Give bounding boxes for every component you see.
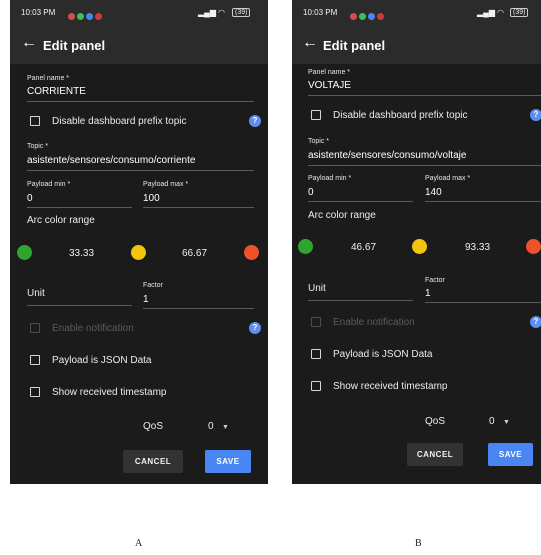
- back-arrow-icon[interactable]: ←: [21, 34, 37, 52]
- status-time: 10:03 PM: [303, 8, 338, 17]
- disable-prefix-label: Disable dashboard prefix topic: [333, 110, 468, 121]
- arc-low-color-swatch[interactable]: [17, 245, 32, 260]
- show-timestamp-checkbox[interactable]: [311, 381, 321, 391]
- cancel-button[interactable]: CANCEL: [123, 450, 183, 473]
- caption-b: B: [415, 538, 422, 549]
- status-bar: 10:03 PM ▂▄▆ ◠ (39): [292, 0, 541, 26]
- status-bar: 10:03 PM ▂▄▆ ◠ (39): [10, 0, 268, 26]
- payload-json-checkbox[interactable]: [311, 349, 321, 359]
- panel-name-input[interactable]: CORRIENTE: [27, 86, 86, 97]
- arc-high-value[interactable]: 93.33: [465, 242, 490, 253]
- payload-json-label: Payload is JSON Data: [333, 349, 433, 360]
- payload-min-underline: [27, 207, 132, 208]
- payload-json-label: Payload is JSON Data: [52, 355, 152, 366]
- arc-low-value[interactable]: 46.67: [351, 242, 376, 253]
- signal-icon: ▂▄▆: [198, 8, 216, 17]
- save-button[interactable]: SAVE: [488, 443, 533, 466]
- screenshot-b: 10:03 PM ▂▄▆ ◠ (39) ← Edit panel Panel n…: [292, 0, 541, 484]
- panel-name-underline: [308, 95, 541, 96]
- factor-label: Factor: [425, 277, 445, 284]
- unit-label: Unit: [27, 288, 45, 299]
- app-bar: ← Edit panel: [10, 26, 268, 64]
- payload-max-input[interactable]: 100: [143, 193, 160, 204]
- payload-min-input[interactable]: 0: [27, 193, 33, 204]
- wifi-icon: ◠: [497, 8, 504, 17]
- dropdown-arrow-icon[interactable]: ▼: [503, 419, 510, 426]
- show-timestamp-label: Show received timestamp: [333, 381, 448, 392]
- topic-input[interactable]: asistente/sensores/consumo/voltaje: [308, 150, 466, 161]
- payload-max-label: Payload max *: [425, 175, 471, 182]
- topic-label: Topic *: [308, 138, 330, 145]
- caption-a: A: [135, 538, 143, 549]
- payload-min-label: Payload min *: [27, 181, 71, 188]
- enable-notification-label: Enable notification: [52, 323, 134, 334]
- show-timestamp-label: Show received timestamp: [52, 387, 167, 398]
- panel-name-label: Panel name *: [308, 69, 351, 76]
- qos-label: QoS: [425, 416, 446, 427]
- topic-underline: [308, 165, 541, 166]
- notification-icons: [348, 8, 384, 26]
- payload-max-underline: [143, 207, 254, 208]
- payload-max-label: Payload max *: [143, 181, 189, 188]
- signal-icon: ▂▄▆: [477, 8, 495, 17]
- help-icon[interactable]: ?: [249, 115, 261, 127]
- enable-notification-checkbox: [311, 317, 321, 327]
- arc-mid-color-swatch[interactable]: [412, 239, 427, 254]
- payload-max-underline: [425, 201, 541, 202]
- arc-color-range-label: Arc color range: [308, 210, 376, 221]
- disable-prefix-checkbox[interactable]: [30, 116, 40, 126]
- wifi-icon: ◠: [218, 8, 225, 17]
- back-arrow-icon[interactable]: ←: [302, 34, 318, 52]
- cancel-button[interactable]: CANCEL: [407, 443, 463, 466]
- arc-color-range-label: Arc color range: [27, 215, 95, 226]
- topic-label: Topic *: [27, 143, 49, 150]
- qos-select[interactable]: 0: [489, 416, 495, 427]
- enable-notification-checkbox: [30, 323, 40, 333]
- arc-high-color-swatch[interactable]: [244, 245, 259, 260]
- status-time: 10:03 PM: [21, 8, 56, 17]
- save-button[interactable]: SAVE: [205, 450, 251, 473]
- payload-min-input[interactable]: 0: [308, 187, 314, 198]
- page-title: Edit panel: [43, 38, 106, 53]
- qos-select[interactable]: 0: [208, 421, 214, 432]
- screenshot-a: 10:03 PM ▂▄▆ ◠ (39) ← Edit panel Panel n…: [10, 0, 268, 484]
- topic-underline: [27, 170, 254, 171]
- arc-mid-color-swatch[interactable]: [131, 245, 146, 260]
- topic-input[interactable]: asistente/sensores/consumo/corriente: [27, 155, 195, 166]
- dropdown-arrow-icon[interactable]: ▼: [222, 424, 229, 431]
- arc-low-value[interactable]: 33.33: [69, 248, 94, 259]
- panel-name-underline: [27, 101, 254, 102]
- unit-underline[interactable]: [308, 300, 413, 301]
- payload-max-input[interactable]: 140: [425, 187, 442, 198]
- arc-high-value[interactable]: 66.67: [182, 248, 207, 259]
- panel-name-input[interactable]: VOLTAJE: [308, 80, 351, 91]
- payload-min-label: Payload min *: [308, 175, 352, 182]
- payload-json-checkbox[interactable]: [30, 355, 40, 365]
- factor-underline: [143, 308, 254, 309]
- arc-low-color-swatch[interactable]: [298, 239, 313, 254]
- unit-underline[interactable]: [27, 305, 132, 306]
- battery-icon: (39): [510, 8, 529, 17]
- enable-notification-label: Enable notification: [333, 317, 415, 328]
- notification-icons: [66, 8, 102, 26]
- page-title: Edit panel: [323, 38, 386, 53]
- help-icon[interactable]: ?: [530, 109, 541, 121]
- factor-input[interactable]: 1: [143, 294, 149, 305]
- help-icon[interactable]: ?: [530, 316, 541, 328]
- disable-prefix-checkbox[interactable]: [311, 110, 321, 120]
- arc-high-color-swatch[interactable]: [526, 239, 541, 254]
- factor-underline: [425, 302, 541, 303]
- battery-icon: (39): [232, 8, 251, 17]
- show-timestamp-checkbox[interactable]: [30, 387, 40, 397]
- disable-prefix-label: Disable dashboard prefix topic: [52, 116, 187, 127]
- panel-name-label: Panel name *: [27, 75, 70, 82]
- unit-label: Unit: [308, 283, 326, 294]
- qos-label: QoS: [143, 421, 164, 432]
- payload-min-underline: [308, 201, 413, 202]
- help-icon[interactable]: ?: [249, 322, 261, 334]
- factor-label: Factor: [143, 282, 163, 289]
- app-bar: ← Edit panel: [292, 26, 541, 64]
- factor-input[interactable]: 1: [425, 288, 431, 299]
